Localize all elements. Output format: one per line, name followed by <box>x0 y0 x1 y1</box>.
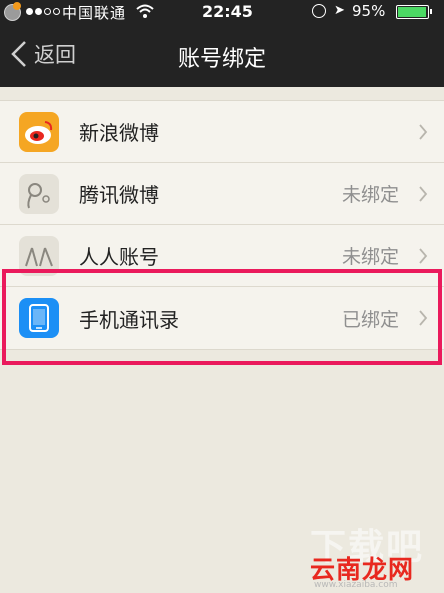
watermark-url: www.xiazaiba.com <box>314 580 398 590</box>
location-arrow-icon: ➤ <box>334 3 345 18</box>
battery-icon <box>396 5 432 19</box>
header: 中国联通 22:45 ➤ 95% 返回 账号绑定 <box>0 0 444 87</box>
list-item-tencent-weibo[interactable]: 腾讯微博 未绑定 <box>0 163 444 225</box>
watermark: 下载吧 云南龙网 www.xiazaiba.com <box>300 518 440 590</box>
highlight-box <box>2 269 442 365</box>
weibo-icon <box>19 112 59 152</box>
watermark-title: 云南龙网 <box>310 555 415 584</box>
chevron-right-icon <box>419 248 428 264</box>
battery-percentage: 95% <box>352 2 386 20</box>
account-name: 腾讯微博 <box>79 183 159 207</box>
signal-strength-icon <box>26 8 60 15</box>
tencent-weibo-icon <box>19 174 59 214</box>
page-title: 账号绑定 <box>177 47 266 72</box>
status-time: 22:45 <box>202 2 253 21</box>
status-bar: 中国联通 22:45 ➤ 95% <box>0 0 444 24</box>
nav-bar: 返回 账号绑定 <box>0 24 444 87</box>
account-name: 新浪微博 <box>79 121 159 145</box>
bind-status: 未绑定 <box>341 184 399 206</box>
chevron-right-icon <box>419 124 428 140</box>
account-name: 人人账号 <box>79 245 159 269</box>
wifi-icon <box>136 4 154 18</box>
watermark-logo-mark: 下载吧 <box>310 527 425 568</box>
chevron-right-icon <box>419 186 428 202</box>
list-item-weibo[interactable]: 新浪微博 <box>0 101 444 163</box>
carrier-name: 中国联通 <box>62 4 127 22</box>
bind-status: 未绑定 <box>341 246 399 268</box>
rotation-lock-icon <box>312 4 326 18</box>
app-badge-icon <box>4 2 21 21</box>
